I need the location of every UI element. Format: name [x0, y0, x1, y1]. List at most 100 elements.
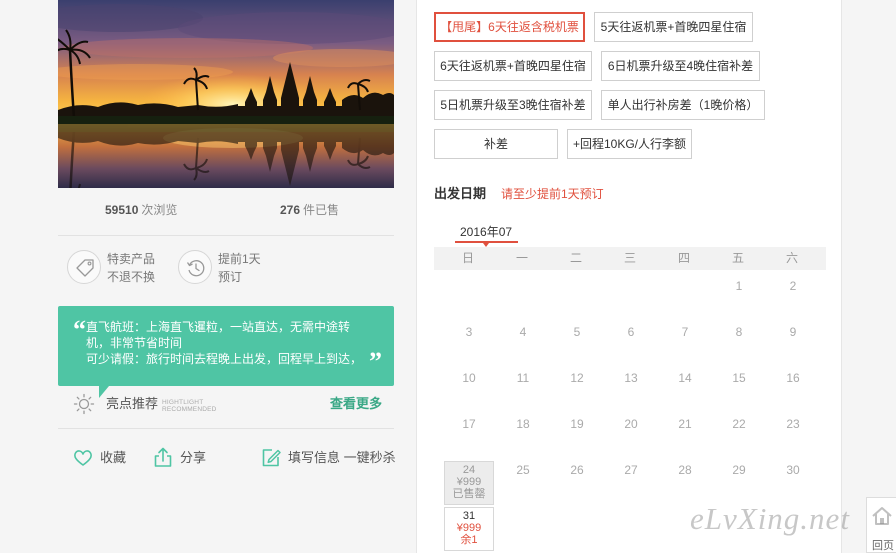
- calendar-empty-cell: [603, 276, 657, 322]
- calendar-day: 11: [495, 368, 549, 414]
- day-number: 12: [570, 371, 584, 385]
- calendar-empty-cell: [549, 506, 603, 552]
- day-number: 11: [516, 371, 530, 385]
- day-number: 18: [516, 417, 530, 431]
- calendar-day: 26: [549, 460, 603, 506]
- favorite-button[interactable]: 收藏: [100, 450, 126, 466]
- day-number: 7: [681, 325, 689, 339]
- quote-open-icon: “: [73, 315, 86, 344]
- package-option[interactable]: 6天往返机票+首晚四星住宿: [434, 51, 592, 81]
- day-number: 6: [627, 325, 635, 339]
- cover-photo: [58, 0, 394, 188]
- calendar-day: 19: [549, 414, 603, 460]
- day-number: 8: [735, 325, 743, 339]
- calendar-empty-cell: [549, 276, 603, 322]
- weekday-label: 二: [569, 251, 582, 265]
- feature-subtitle: 预订: [218, 270, 243, 284]
- day-number: 22: [732, 417, 746, 431]
- day-number: 17: [462, 417, 476, 431]
- calendar-day: 3: [441, 322, 495, 368]
- sold-count-value: 276: [280, 203, 301, 217]
- available-date[interactable]: 31 ¥999 余1: [444, 507, 494, 551]
- day-number: 13: [624, 371, 638, 385]
- quick-buy-button[interactable]: 填写信息 一键秒杀: [288, 450, 396, 466]
- calendar-empty-cell: [441, 276, 495, 322]
- view-count-value: 59510: [105, 203, 139, 217]
- day-number: 21: [678, 417, 692, 431]
- package-option[interactable]: 单人出行补房差（1晚价格）: [601, 90, 765, 120]
- calendar-day: 30: [765, 460, 819, 506]
- unavailable-date: 3: [444, 323, 494, 367]
- day-number: 4: [519, 325, 527, 339]
- day-number: 14: [678, 371, 692, 385]
- weekday-label: 六: [785, 251, 798, 265]
- quote-close-icon: ”: [369, 347, 382, 376]
- calendar-day: 8: [711, 322, 765, 368]
- divider: [58, 235, 394, 236]
- feature-title: 特卖产品: [107, 252, 156, 266]
- day-number: 31: [462, 510, 476, 522]
- calendar-day: 28: [657, 460, 711, 506]
- calendar-day: 13: [603, 368, 657, 414]
- booking-notice: 请至少提前1天预订: [501, 187, 604, 201]
- highlight-paragraph: 直飞航班：上海直飞暹粒，一站直达，无需中途转机，非常节省时间: [86, 320, 351, 350]
- package-option-selected[interactable]: 【甩尾】6天往返含税机票: [434, 12, 585, 42]
- edit-icon[interactable]: [260, 446, 282, 468]
- day-number: 16: [786, 371, 800, 385]
- unavailable-date: 17: [444, 415, 494, 459]
- unavailable-date: 21: [660, 415, 710, 459]
- feature-title: 提前1天: [218, 252, 261, 266]
- day-number: 15: [732, 371, 746, 385]
- day-number: 5: [573, 325, 581, 339]
- view-more-link[interactable]: 查看更多: [330, 396, 382, 412]
- watermark: eLvXing.net: [690, 501, 850, 536]
- day-number: 9: [789, 325, 797, 339]
- day-number: 25: [516, 463, 530, 477]
- unavailable-date: 30: [768, 461, 818, 505]
- heart-icon[interactable]: [72, 446, 94, 468]
- share-icon[interactable]: [152, 446, 174, 468]
- calendar-day: 18: [495, 414, 549, 460]
- calendar-day: 16: [765, 368, 819, 414]
- day-number: 3: [465, 325, 473, 339]
- day-number: 20: [624, 417, 638, 431]
- day-number: 2: [789, 279, 797, 293]
- package-options: 【甩尾】6天往返含税机票 5天往返机票+首晚四星住宿 6天往返机票+首晚四星住宿…: [434, 12, 779, 159]
- unavailable-date: 12: [552, 369, 602, 413]
- unavailable-date: 25: [498, 461, 548, 505]
- tag-icon: [67, 250, 101, 284]
- unavailable-date: 26: [552, 461, 602, 505]
- calendar-day: 20: [603, 414, 657, 460]
- package-option[interactable]: 6日机票升级至4晚住宿补差: [601, 51, 760, 81]
- view-count-unit: 次浏览: [141, 203, 178, 217]
- unavailable-date: 19: [552, 415, 602, 459]
- date-stock-status: 余1: [460, 534, 478, 546]
- calendar-day[interactable]: 31 ¥999 余1: [441, 506, 495, 552]
- sold-count-unit: 件已售: [303, 203, 340, 217]
- unavailable-date: 9: [768, 323, 818, 367]
- calendar-day: 7: [657, 322, 711, 368]
- calendar-day: 15: [711, 368, 765, 414]
- unavailable-date: 16: [768, 369, 818, 413]
- day-number: 28: [678, 463, 692, 477]
- package-option[interactable]: 补差: [434, 129, 558, 159]
- calendar-day: 1: [711, 276, 765, 322]
- package-option[interactable]: +回程10KG/人行李额: [567, 129, 692, 159]
- highlight-quote-box: “ 直飞航班：上海直飞暹粒，一站直达，无需中途转机，非常节省时间 可少请假：旅行…: [58, 306, 394, 386]
- day-number: 24: [462, 464, 476, 476]
- unavailable-date: 11: [498, 369, 548, 413]
- share-button[interactable]: 分享: [180, 450, 206, 466]
- calendar-day: 24 ¥999 已售罄: [441, 460, 495, 506]
- calendar-day: 2: [765, 276, 819, 322]
- highlights-title: 亮点推荐: [106, 396, 159, 411]
- calendar-day: 27: [603, 460, 657, 506]
- tab-month[interactable]: 2016年07: [460, 225, 512, 239]
- package-option[interactable]: 5日机票升级至3晚住宿补差: [434, 90, 592, 120]
- package-option[interactable]: 5天往返机票+首晚四星住宿: [594, 12, 753, 42]
- unavailable-date: 27: [606, 461, 656, 505]
- day-number: 19: [570, 417, 584, 431]
- sun-icon: [73, 393, 95, 415]
- booking-panel: 【甩尾】6天往返含税机票 5天往返机票+首晚四星住宿 6天往返机票+首晚四星住宿…: [416, 0, 842, 553]
- calendar-empty-cell: [495, 506, 549, 552]
- highlights-subtitle: HIGHTLIGHT RECOMMENDED: [162, 399, 217, 413]
